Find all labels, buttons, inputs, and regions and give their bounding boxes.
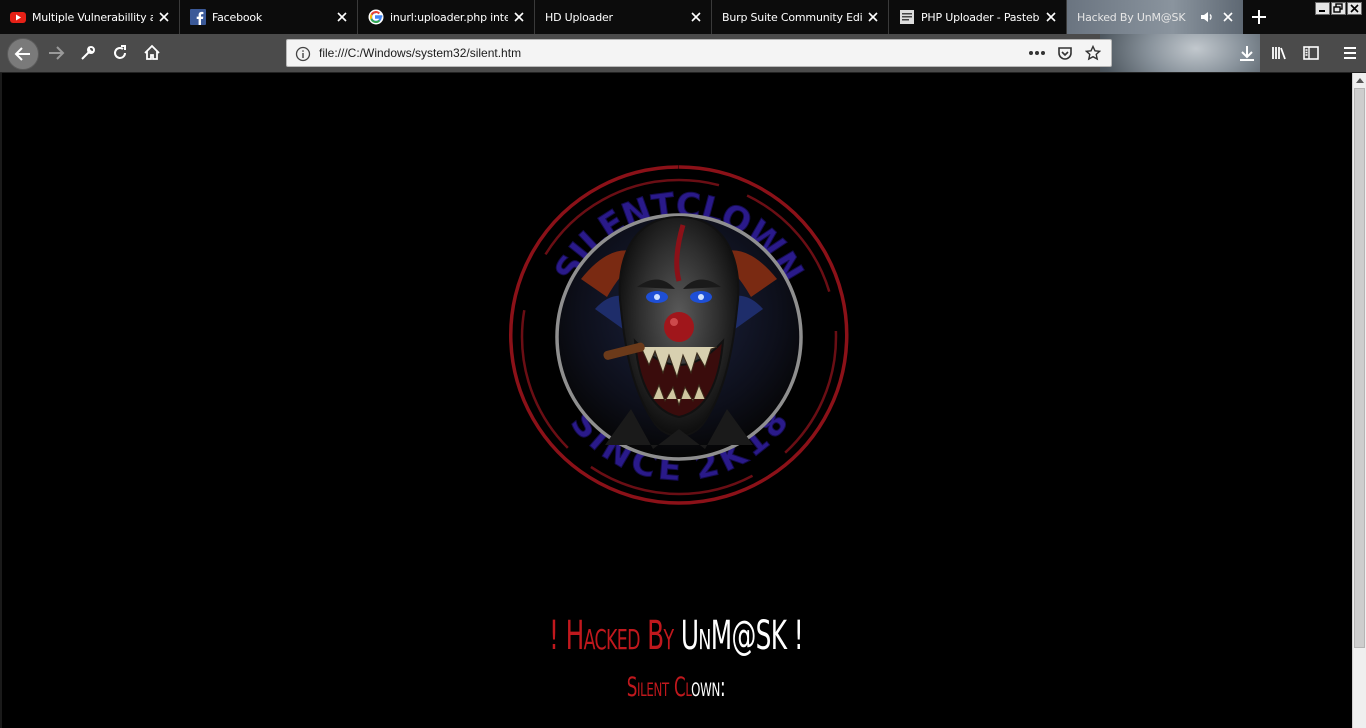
close-tab-icon[interactable] bbox=[862, 6, 884, 28]
tab-strip: Multiple Vulnerabillity at Facebook inur… bbox=[0, 0, 1366, 34]
team-name-line: Silent Clown: bbox=[257, 671, 1095, 705]
arrow-right-icon bbox=[49, 46, 65, 60]
hacked-by-prefix: ! Hacked By bbox=[548, 613, 681, 659]
navigation-toolbar: file:///C:/Windows/system32/silent.htm bbox=[0, 34, 1366, 72]
team-name-white: own: bbox=[691, 672, 726, 703]
tab-title: HD Uploader bbox=[545, 10, 613, 24]
youtube-icon bbox=[10, 12, 26, 23]
info-icon[interactable] bbox=[295, 46, 311, 62]
tab-google-search[interactable]: inurl:uploader.php intext bbox=[358, 0, 535, 34]
home-icon bbox=[144, 44, 160, 60]
scroll-up-arrow-icon[interactable] bbox=[1353, 73, 1366, 87]
new-tab-button[interactable] bbox=[1246, 6, 1272, 28]
vertical-scrollbar[interactable] bbox=[1352, 73, 1366, 728]
page-actions-button[interactable] bbox=[1023, 43, 1051, 63]
close-tab-icon[interactable] bbox=[1217, 6, 1239, 28]
pastebin-icon bbox=[900, 10, 914, 24]
bookmark-button[interactable] bbox=[1079, 43, 1107, 63]
hacker-name: UnM@SK ! bbox=[680, 613, 804, 659]
tab-title: PHP Uploader - Pastebin bbox=[921, 10, 1040, 24]
tab-youtube[interactable]: Multiple Vulnerabillity at bbox=[0, 0, 180, 34]
scrollbar-thumb[interactable] bbox=[1354, 88, 1365, 648]
downloads-button[interactable] bbox=[1233, 39, 1261, 67]
tab-title: Facebook bbox=[212, 10, 263, 24]
reload-icon bbox=[114, 45, 126, 59]
star-icon bbox=[1085, 45, 1101, 61]
minimize-button[interactable] bbox=[1315, 2, 1330, 15]
close-tab-icon[interactable] bbox=[331, 6, 353, 28]
close-tab-icon[interactable] bbox=[508, 6, 530, 28]
forward-button[interactable] bbox=[42, 39, 70, 67]
close-window-button[interactable] bbox=[1347, 2, 1362, 15]
home-button[interactable] bbox=[138, 39, 166, 67]
window-controls bbox=[1314, 2, 1362, 15]
silentclown-emblem: SILENTCLOWN SINCE 2K18 bbox=[509, 165, 849, 505]
tab-title: Burp Suite Community Edition bbox=[722, 10, 862, 24]
hamburger-icon bbox=[1344, 47, 1356, 59]
arrow-left-icon bbox=[14, 47, 30, 61]
window-edge bbox=[0, 73, 2, 728]
sidebar-button[interactable] bbox=[1297, 39, 1325, 67]
pocket-icon bbox=[1058, 47, 1072, 60]
close-tab-icon[interactable] bbox=[153, 6, 175, 28]
back-button[interactable] bbox=[7, 38, 39, 70]
restore-button[interactable] bbox=[1331, 2, 1346, 15]
google-icon bbox=[368, 9, 384, 25]
menu-button[interactable] bbox=[1336, 39, 1364, 67]
download-icon bbox=[1240, 46, 1254, 61]
sidebar-icon bbox=[1303, 46, 1319, 60]
ellipsis-icon bbox=[1029, 51, 1045, 55]
tab-hd-uploader[interactable]: HD Uploader bbox=[535, 0, 712, 34]
url-text[interactable]: file:///C:/Windows/system32/silent.htm bbox=[319, 40, 521, 66]
close-tab-icon[interactable] bbox=[1040, 6, 1062, 28]
library-button[interactable] bbox=[1265, 39, 1293, 67]
hacked-by-heading: ! Hacked By UnM@SK ! bbox=[257, 609, 1095, 663]
tab-facebook[interactable]: Facebook bbox=[180, 0, 358, 34]
tab-burp-suite[interactable]: Burp Suite Community Edition bbox=[712, 0, 889, 34]
team-name-red: Silent Cl bbox=[626, 672, 692, 703]
page-content: SILENTCLOWN SINCE 2K18 ! Hacked By UnM@S… bbox=[0, 72, 1366, 728]
plus-icon bbox=[1252, 10, 1266, 24]
tab-title: Multiple Vulnerabillity at bbox=[32, 10, 153, 24]
reload-button[interactable] bbox=[106, 39, 134, 67]
tab-title: inurl:uploader.php intext bbox=[390, 10, 508, 24]
tab-title: Hacked By UnM@SK bbox=[1077, 10, 1186, 24]
facebook-icon bbox=[190, 9, 206, 25]
close-tab-icon[interactable] bbox=[685, 6, 707, 28]
tab-hacked-active[interactable]: Hacked By UnM@SK bbox=[1067, 0, 1243, 34]
address-bar[interactable]: file:///C:/Windows/system32/silent.htm bbox=[286, 39, 1112, 67]
customize-button[interactable] bbox=[74, 39, 102, 67]
tab-pastebin[interactable]: PHP Uploader - Pastebin bbox=[889, 0, 1067, 34]
pocket-button[interactable] bbox=[1051, 43, 1079, 63]
wrench-icon bbox=[81, 46, 95, 60]
speaker-icon[interactable] bbox=[1199, 9, 1215, 25]
library-icon bbox=[1272, 47, 1286, 60]
